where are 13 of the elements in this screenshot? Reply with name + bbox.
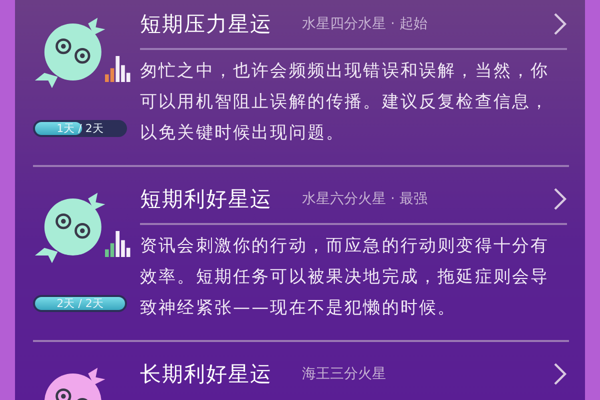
- item-subtitle: 水星四分水星 · 起始: [302, 15, 428, 33]
- progress-label: 1天 / 2天: [56, 121, 104, 137]
- chevron-right-icon[interactable]: [553, 12, 567, 36]
- chevron-right-icon[interactable]: [553, 187, 567, 211]
- item-subtitle: 海王三分火星: [302, 365, 387, 383]
- progress-label: 2天 / 2天: [56, 296, 104, 312]
- chevron-right-icon[interactable]: [553, 362, 567, 386]
- item-description: 资讯会刺激你的行动，而应急的行动则变得十分有效率。短期任务可以被果决地完成，拖延症则会导致神经紧张——现在不是犯懒的时候。: [140, 235, 550, 320]
- item-title: 长期利好星运: [140, 361, 272, 388]
- item-subtitle: 水星六分火星 · 最强: [302, 190, 428, 208]
- item-title: 短期压力星运: [140, 11, 272, 38]
- item-description: 匆忙之中，也许会频频出现错误和误解，当然，你可以用机智阻止误解的传播。建议反复检查信息，以免关键时候出现问题。: [140, 60, 550, 145]
- item-title: 短期利好星运: [140, 186, 272, 213]
